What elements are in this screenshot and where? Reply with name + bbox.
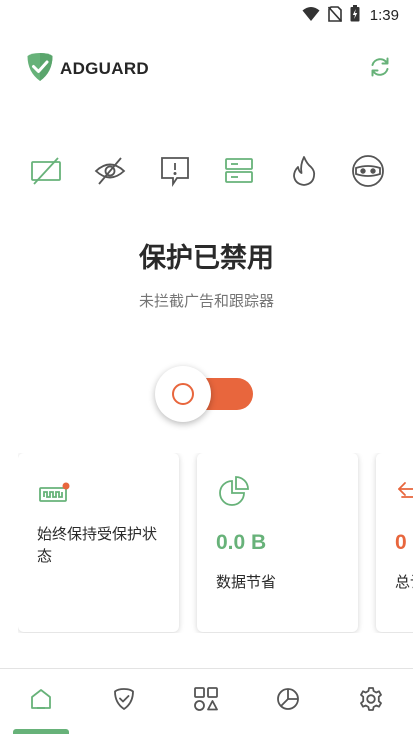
refresh-icon xyxy=(368,55,392,83)
nav-statistics[interactable] xyxy=(272,685,304,717)
status-bar: 1:39 xyxy=(0,0,413,30)
total-blocked-label: 总计拦截 xyxy=(395,573,413,591)
data-saved-value: 0.0 B xyxy=(216,531,267,554)
page-title: 保护已禁用 xyxy=(139,243,274,274)
protection-toggle[interactable] xyxy=(155,366,255,422)
nav-protection[interactable] xyxy=(108,685,140,717)
logo-text: ADGUARD xyxy=(60,59,149,78)
no-sim-icon xyxy=(327,5,342,26)
status-icons: 1:39 xyxy=(302,5,399,26)
nav-settings[interactable] xyxy=(355,685,387,717)
card-data-saved[interactable]: 0.0 B 数据节省 xyxy=(197,453,358,632)
tracking-protection-icon[interactable] xyxy=(90,151,130,191)
settings-icon xyxy=(358,686,384,716)
battery-icon xyxy=(350,5,360,26)
status-time: 1:39 xyxy=(369,7,399,24)
total-blocked-value: 0 xyxy=(395,531,407,554)
firewall-icon[interactable] xyxy=(284,151,324,191)
always-on-icon xyxy=(38,475,72,509)
nav-home[interactable] xyxy=(25,685,57,717)
card-total-blocked[interactable]: 0 总计拦截 xyxy=(376,453,413,632)
toggle-ring xyxy=(172,383,194,405)
stealth-mode-icon[interactable] xyxy=(348,151,388,191)
nav-active-indicator xyxy=(13,729,69,734)
card-always-on[interactable]: 始终保持受保护状态 xyxy=(18,453,179,632)
refresh-button[interactable] xyxy=(367,56,393,82)
wifi-icon xyxy=(302,6,320,26)
card-text: 始终保持受保护状态 xyxy=(37,525,158,565)
dns-protection-icon[interactable] xyxy=(219,151,259,191)
protection-icon xyxy=(112,687,136,715)
apps-icon xyxy=(193,686,219,716)
home-icon xyxy=(29,687,53,715)
pie-chart-icon xyxy=(217,475,251,509)
logo: ADGUARD xyxy=(26,52,149,86)
header: ADGUARD xyxy=(26,52,393,86)
status-subtitle: 未拦截广告和跟踪器 xyxy=(138,292,274,310)
shield-check-icon xyxy=(26,52,54,86)
annoyance-blocking-icon[interactable] xyxy=(155,151,195,191)
toggle-knob xyxy=(155,366,211,422)
feature-row xyxy=(26,150,388,192)
bottom-nav xyxy=(0,669,413,734)
statistics-icon xyxy=(276,687,300,715)
data-saved-label: 数据节省 xyxy=(216,573,277,591)
cards-carousel[interactable]: 始终保持受保护状态 0.0 B 数据节省 0 总计拦截 xyxy=(18,453,413,633)
ad-blocking-icon[interactable] xyxy=(26,151,66,191)
blocked-arrow-icon xyxy=(396,475,413,509)
nav-apps[interactable] xyxy=(190,685,222,717)
